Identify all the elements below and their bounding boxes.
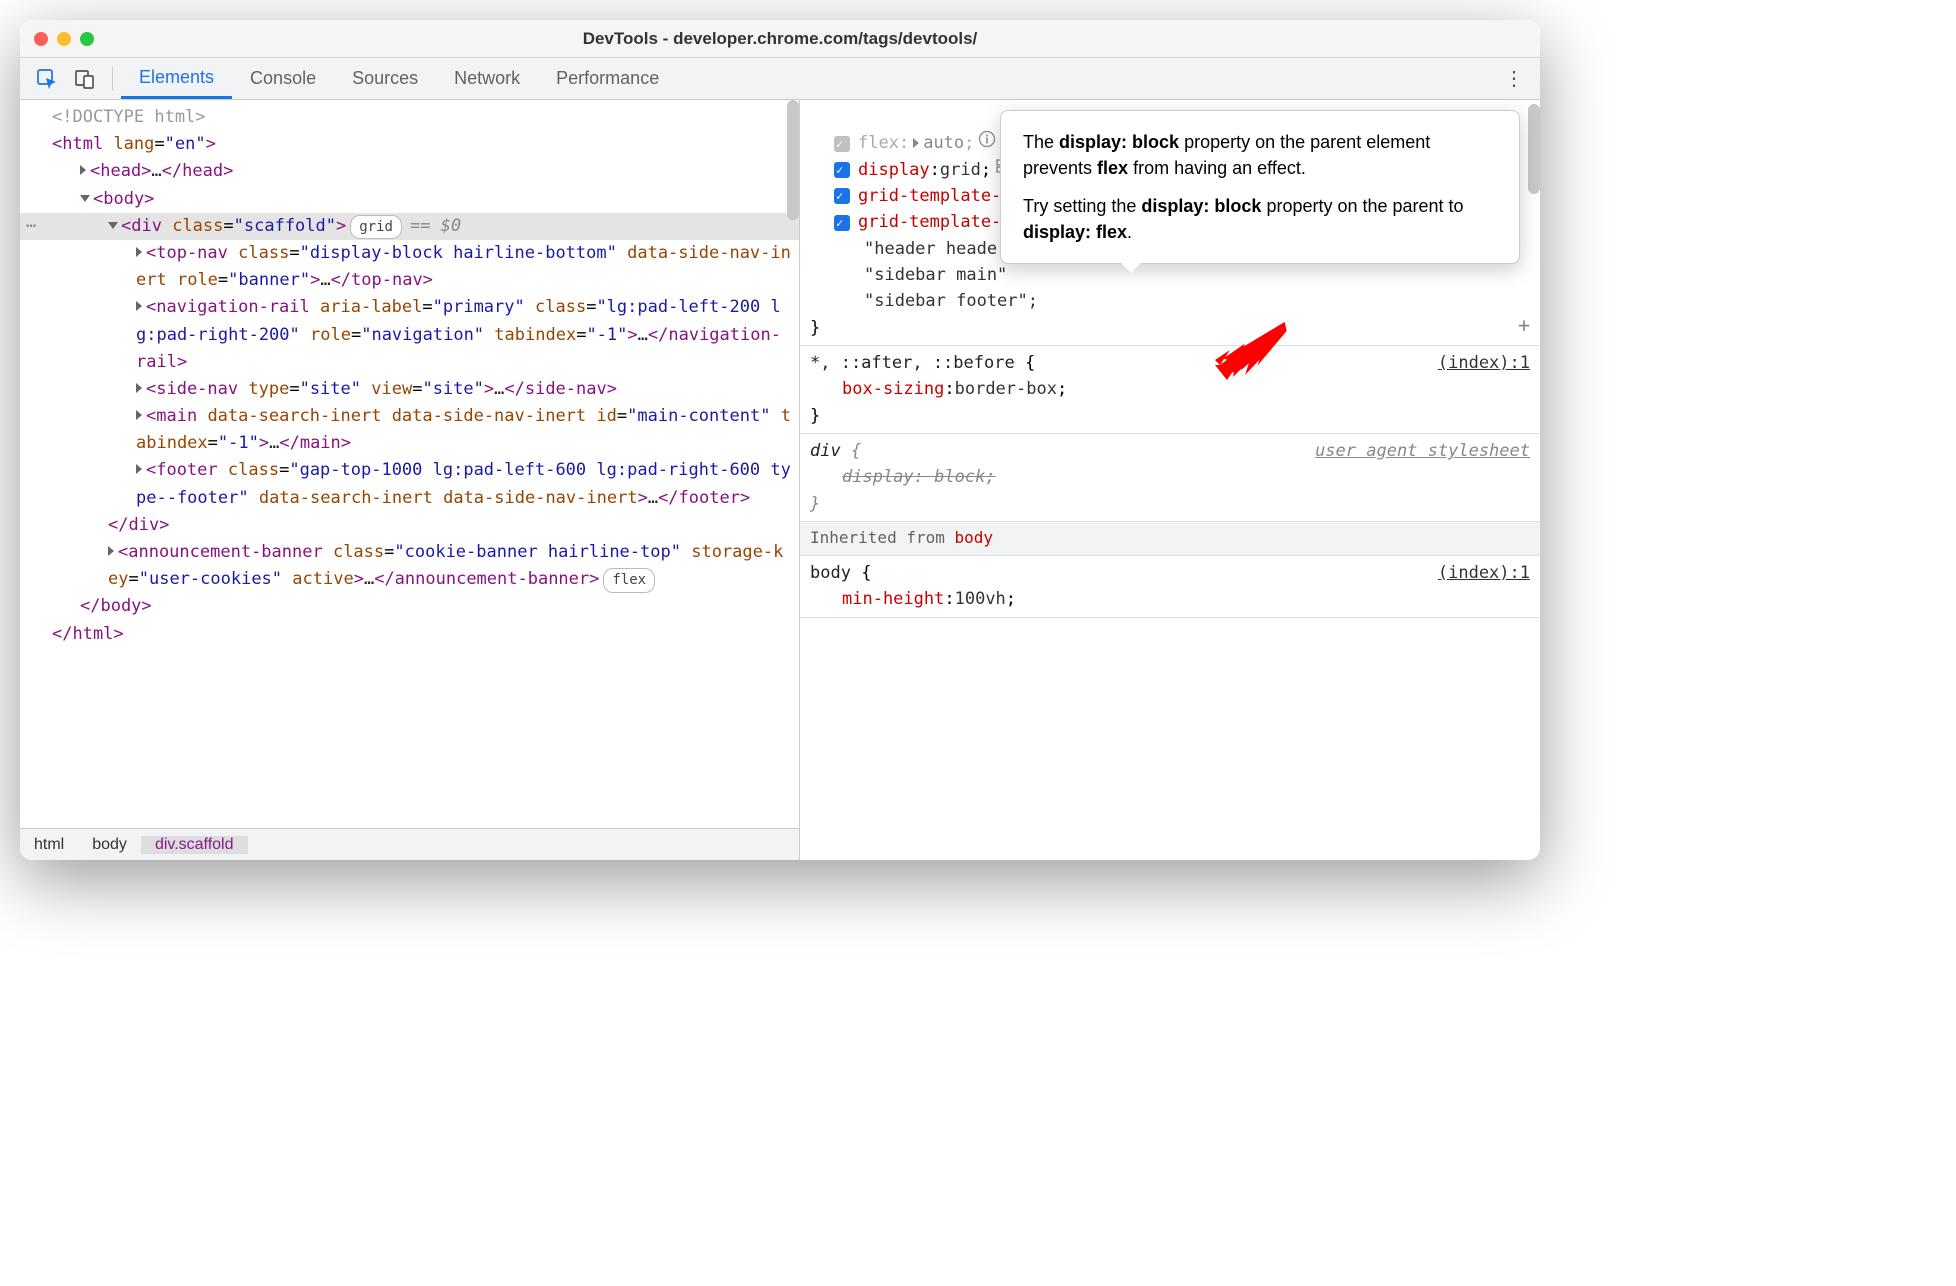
info-icon[interactable] bbox=[978, 130, 996, 156]
doctype: <!DOCTYPE html> bbox=[52, 107, 206, 127]
collapse-icon[interactable] bbox=[108, 222, 118, 229]
window-title: DevTools - developer.chrome.com/tags/dev… bbox=[20, 29, 1540, 49]
device-toolbar-icon[interactable] bbox=[66, 62, 104, 96]
checkbox-icon[interactable] bbox=[834, 136, 850, 152]
grid-area-line-3: "sidebar footer" bbox=[864, 291, 1028, 311]
expand-icon[interactable] bbox=[136, 464, 142, 474]
scrollbar[interactable] bbox=[787, 100, 799, 220]
tab-sources[interactable]: Sources bbox=[334, 58, 436, 99]
inspect-element-icon[interactable] bbox=[28, 62, 66, 96]
tab-performance[interactable]: Performance bbox=[538, 58, 677, 99]
expand-icon[interactable] bbox=[136, 383, 142, 393]
eq0-label: == $0 bbox=[410, 216, 461, 236]
tab-network[interactable]: Network bbox=[436, 58, 538, 99]
breadcrumb: html body div.scaffold bbox=[20, 828, 799, 860]
expand-icon[interactable] bbox=[136, 301, 142, 311]
toolbar-right: ⋮ bbox=[1496, 66, 1532, 91]
source-link[interactable]: (index):1 bbox=[1438, 560, 1530, 586]
selected-node[interactable]: ⋯<div class="scaffold">grid== $0 bbox=[20, 213, 799, 240]
dom-tree[interactable]: <!DOCTYPE html> <html lang="en"> <head>…… bbox=[20, 100, 799, 828]
close-window-button[interactable] bbox=[34, 32, 48, 46]
expand-icon[interactable] bbox=[80, 165, 86, 175]
ua-stylesheet-label: user agent stylesheet bbox=[1315, 438, 1530, 464]
toolbar-divider bbox=[112, 67, 113, 91]
style-rule-div[interactable]: user agent stylesheet div { display: blo… bbox=[800, 434, 1540, 522]
grid-area-line-2: "sidebar main" bbox=[810, 262, 1530, 288]
expand-icon[interactable] bbox=[108, 546, 114, 556]
expand-icon[interactable] bbox=[136, 410, 142, 420]
inherited-from-link[interactable]: body bbox=[955, 528, 994, 547]
tab-console[interactable]: Console bbox=[232, 58, 334, 99]
crumb-html[interactable]: html bbox=[20, 836, 78, 854]
add-rule-icon[interactable]: + bbox=[1518, 310, 1530, 341]
hint-tooltip: The display: block property on the paren… bbox=[1000, 110, 1520, 264]
checkbox-icon[interactable] bbox=[834, 215, 850, 231]
style-rule-universal[interactable]: (index):1 *, ::after, ::before { box-siz… bbox=[800, 346, 1540, 434]
minimize-window-button[interactable] bbox=[57, 32, 71, 46]
more-menu-icon[interactable]: ⋮ bbox=[1496, 66, 1532, 91]
ellipsis-icon[interactable]: ⋯ bbox=[26, 213, 36, 240]
panel-tabs: Elements Console Sources Network Perform… bbox=[121, 58, 677, 99]
devtools-window: DevTools - developer.chrome.com/tags/dev… bbox=[20, 20, 1540, 860]
grid-badge[interactable]: grid bbox=[350, 215, 402, 239]
window-controls bbox=[34, 32, 94, 46]
expand-icon[interactable] bbox=[136, 247, 142, 257]
maximize-window-button[interactable] bbox=[80, 32, 94, 46]
style-rule-body[interactable]: (index):1 body { min-height: 100vh; bbox=[800, 556, 1540, 618]
checkbox-icon[interactable] bbox=[834, 162, 850, 178]
tab-elements[interactable]: Elements bbox=[121, 58, 232, 99]
flex-badge[interactable]: flex bbox=[603, 568, 655, 592]
source-link[interactable]: (index):1 bbox=[1438, 350, 1530, 376]
dom-panel: <!DOCTYPE html> <html lang="en"> <head>…… bbox=[20, 100, 800, 860]
collapse-icon[interactable] bbox=[80, 195, 90, 202]
crumb-scaffold[interactable]: div.scaffold bbox=[141, 836, 248, 854]
inherited-from-bar: Inherited from body bbox=[800, 522, 1540, 556]
titlebar: DevTools - developer.chrome.com/tags/dev… bbox=[20, 20, 1540, 58]
checkbox-icon[interactable] bbox=[834, 188, 850, 204]
toolbar: Elements Console Sources Network Perform… bbox=[20, 58, 1540, 100]
crumb-body[interactable]: body bbox=[78, 836, 141, 854]
expand-icon[interactable] bbox=[913, 138, 919, 148]
annotation-arrow-icon bbox=[1220, 320, 1290, 380]
